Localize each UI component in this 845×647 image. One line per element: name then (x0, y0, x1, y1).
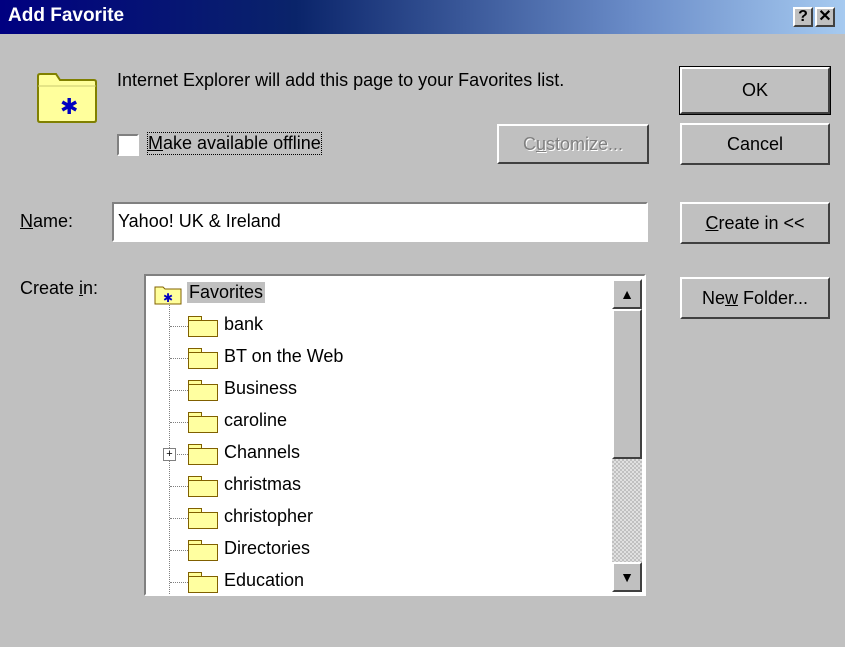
offline-checkbox-label[interactable]: Make available offline (147, 132, 322, 155)
name-field-value: Yahoo! UK & Ireland (118, 211, 281, 231)
new-folder-button[interactable]: New Folder... (680, 277, 830, 319)
dialog-title: Add Favorite (8, 5, 125, 26)
tree-item-bt-on-the-web[interactable]: BT on the Web (146, 346, 606, 378)
add-favorite-dialog: Add Favorite ? ✕ ✱ Internet Explorer wil… (0, 0, 845, 647)
scroll-thumb[interactable] (612, 309, 642, 459)
ok-button-label: OK (741, 80, 768, 100)
folder-icon (188, 348, 218, 369)
tree-item-directories[interactable]: Directories (146, 538, 606, 570)
folder-tree-content: ✱ Favorites bank BT on the Web Business … (146, 276, 644, 594)
tree-item-education[interactable]: Education (146, 570, 606, 594)
tree-scrollbar[interactable]: ▲ ▼ (612, 279, 642, 592)
tree-item-caroline[interactable]: caroline (146, 410, 606, 442)
folder-icon (188, 572, 218, 593)
expand-plus-icon[interactable]: + (163, 448, 176, 461)
create-in-label: Create in: (20, 278, 99, 298)
tree-root-label: Favorites (187, 282, 266, 303)
folder-icon (188, 476, 218, 497)
close-button[interactable]: ✕ (815, 7, 835, 27)
tree-item-label: bank (224, 314, 264, 334)
cancel-button-label: Cancel (726, 133, 784, 154)
svg-text:✱: ✱ (60, 95, 78, 120)
tree-item-christopher[interactable]: christopher (146, 506, 606, 538)
scroll-down-arrow-icon[interactable]: ▼ (612, 562, 642, 592)
tree-item-label: BT on the Web (224, 346, 344, 366)
folder-icon (188, 412, 218, 433)
scroll-up-arrow-icon[interactable]: ▲ (612, 279, 642, 309)
folder-icon (188, 508, 218, 529)
cancel-button[interactable]: Cancel (680, 123, 830, 165)
tree-item-label: Business (224, 378, 298, 398)
new-folder-button-label: New Folder... (701, 287, 809, 308)
name-label: Name: (20, 211, 74, 231)
ok-button[interactable]: OK (679, 66, 831, 115)
tree-item-christmas[interactable]: christmas (146, 474, 606, 506)
tree-item-label: Directories (224, 538, 311, 558)
folder-icon (188, 444, 218, 465)
svg-text:✱: ✱ (163, 291, 173, 305)
title-bar[interactable]: Add Favorite ? ✕ (0, 0, 845, 34)
folder-icon (188, 316, 218, 337)
create-in-button-label: Create in << (705, 212, 805, 233)
tree-item-channels[interactable]: + Channels (146, 442, 606, 474)
tree-item-label: caroline (224, 410, 288, 430)
tree-item-label: Channels (224, 442, 301, 462)
favorites-folder-icon: ✱ (37, 73, 97, 123)
tree-root-favorites[interactable]: ✱ Favorites (146, 282, 606, 314)
tree-item-business[interactable]: Business (146, 378, 606, 410)
help-button[interactable]: ? (793, 7, 813, 27)
create-in-button[interactable]: Create in << (680, 202, 830, 244)
offline-checkbox[interactable] (117, 134, 139, 156)
customize-button-label: Customize... (522, 133, 624, 154)
tree-item-label: christopher (224, 506, 314, 526)
tree-item-bank[interactable]: bank (146, 314, 606, 346)
name-field[interactable]: Yahoo! UK & Ireland (112, 202, 648, 242)
tree-item-label: christmas (224, 474, 302, 494)
favorites-folder-small-icon: ✱ (154, 286, 182, 305)
customize-button: Customize... (497, 124, 649, 164)
info-message: Internet Explorer will add this page to … (117, 70, 565, 90)
folder-icon (188, 540, 218, 561)
folder-icon (188, 380, 218, 401)
tree-item-label: Education (224, 570, 305, 590)
